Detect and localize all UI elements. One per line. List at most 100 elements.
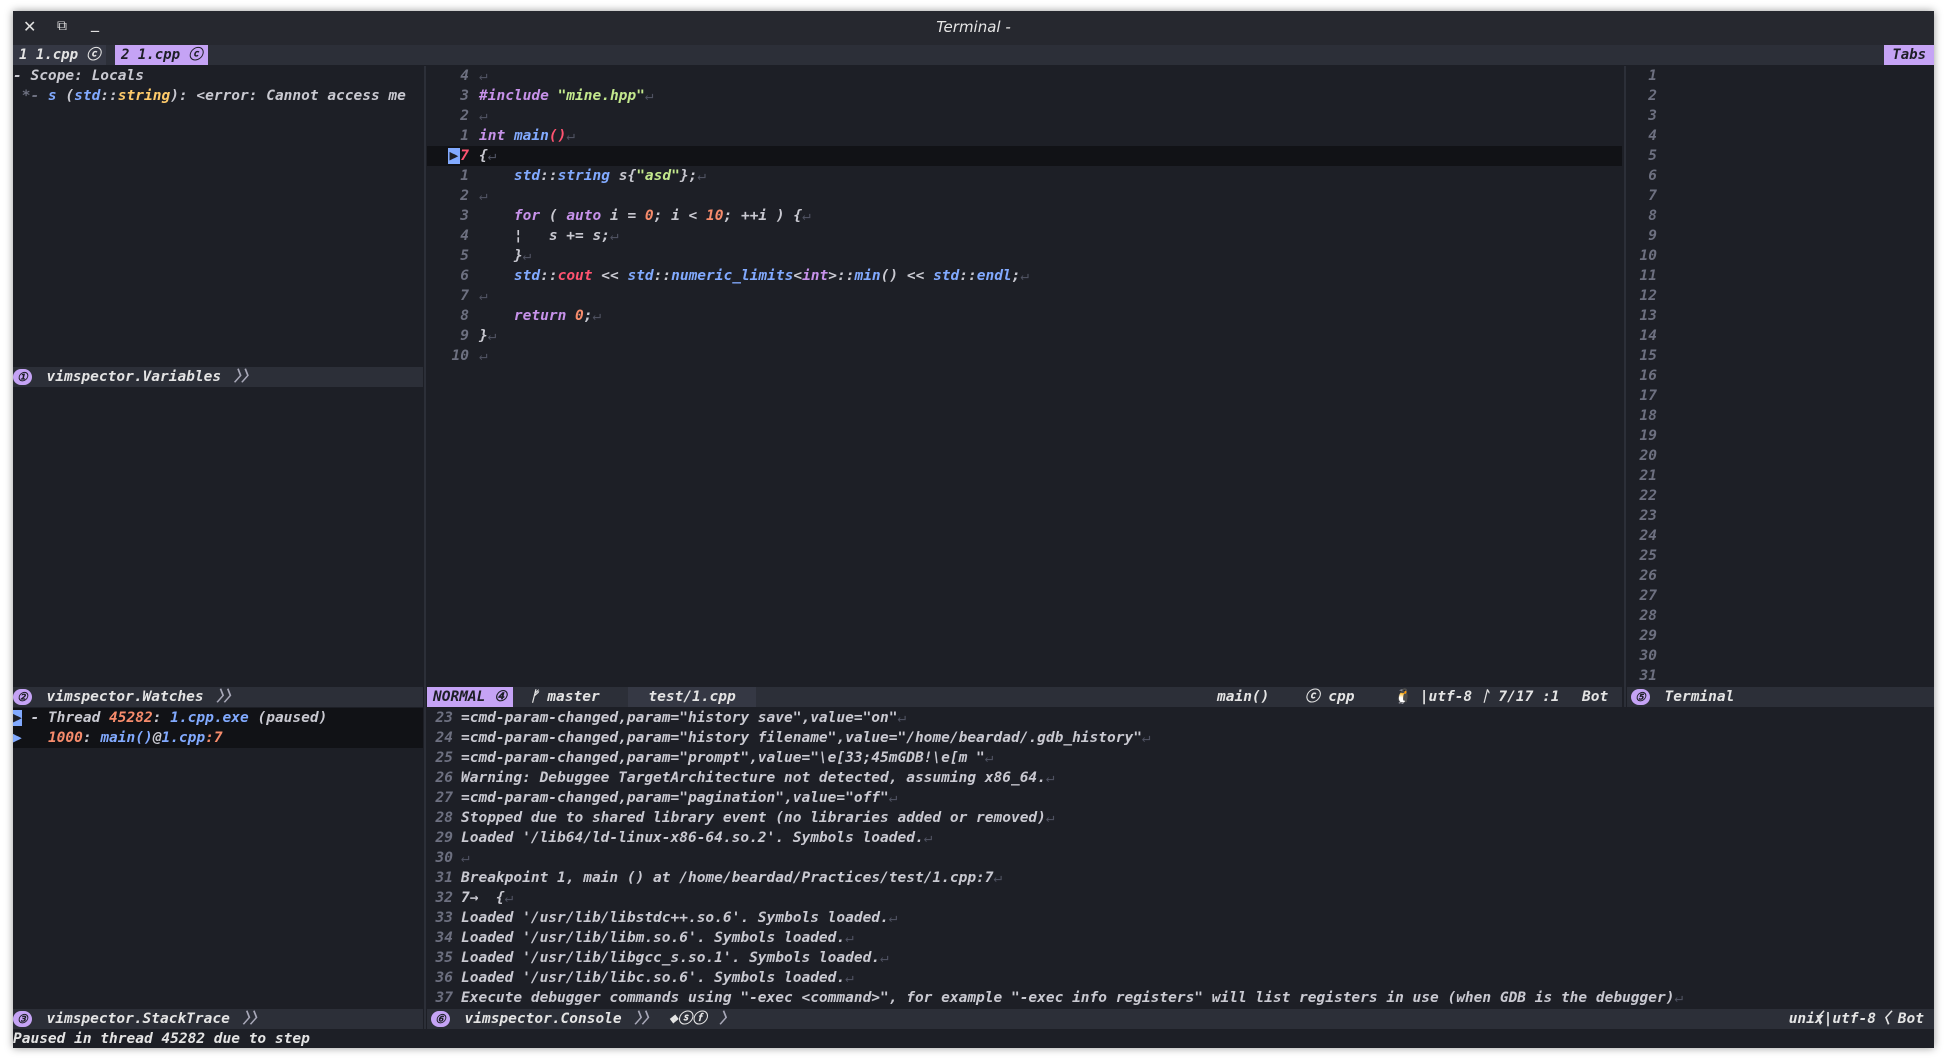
code-line[interactable]: 5 }↵ [427, 246, 531, 266]
console-line[interactable]: 37 Execute debugger commands using "-exec… [427, 988, 1684, 1008]
line-number: 10 [451, 348, 469, 364]
console-line[interactable]: 26 Warning: Debuggee TargetArchitecture n… [427, 768, 1055, 788]
console-line[interactable]: 33 Loaded '/usr/lib/libstdc++.so.6'. Symb… [427, 908, 898, 928]
code-line[interactable]: 1 int main()↵ [427, 126, 575, 146]
line-number: 8 [460, 308, 469, 324]
terminal-line-number: 17 [1639, 388, 1657, 404]
tab-2[interactable]: 2 1.cpp ⓒ [115, 45, 209, 65]
code-text: ¦ s += s; [479, 228, 610, 244]
line-number: 1 [460, 168, 469, 184]
terminal-pane[interactable]: 1 2 3 4 5 6 7 8 9 10 11 12 13 14 15 16 17 18 19 20 21 22 23 24 2… [1627, 66, 1934, 686]
pc-marker-icon: ▶ [447, 148, 461, 164]
line-number: 6 [460, 268, 469, 284]
variables-pane[interactable]: - Scope: Locals *- s (std::string): <err… [13, 66, 423, 376]
console-line[interactable]: 27 =cmd-param-changed,param="pagination",… [427, 788, 898, 808]
line-number: 5 [460, 248, 469, 264]
code-pane[interactable]: 4 ↵ 3 #include "mine.hpp"↵ 2 ↵ 1 int main()↵ ▶ 7{… [427, 66, 1622, 686]
code-line[interactable]: 3 for ( auto i = 0; i < 10; ++i ) {↵ [427, 206, 811, 226]
code-line[interactable]: 4 ¦ s += s;↵ [427, 226, 618, 246]
tabs-label: Tabs [1884, 45, 1934, 65]
line-number: 2 [460, 188, 469, 204]
terminal-line-number: 28 [1639, 608, 1657, 624]
console-line[interactable]: 23 =cmd-param-changed,param="history save… [427, 708, 907, 728]
line-number: ▶ 7 [447, 148, 469, 164]
scope-line[interactable]: - Scope: Locals [13, 66, 144, 86]
frame-row[interactable]: ▶ 1000: main()@1.cpp:7 [13, 728, 223, 748]
console-line[interactable]: 24 =cmd-param-changed,param="history file… [427, 728, 1151, 748]
terminal-line-number: 9 [1648, 228, 1657, 244]
terminal-status: ⑤ Terminal [1627, 687, 1934, 707]
thread-row[interactable]: ▶ - Thread 45282: 1.cpp.exe (paused) [13, 708, 327, 728]
console-line[interactable]: 28 Stopped due to shared library event (n… [427, 808, 1055, 828]
terminal-line-number: 7 [1648, 188, 1657, 204]
stacktrace-pane[interactable]: ▶ - Thread 45282: 1.cpp.exe (paused) ▶ 1… [13, 708, 423, 1018]
console-pane-number: ⑥ [431, 1011, 450, 1027]
terminal-line-number: 12 [1639, 288, 1657, 304]
console-line[interactable]: 35 Loaded '/usr/lib/libgcc_s.so.1'. Symbo… [427, 948, 889, 968]
terminal-line-number: 1 [1648, 68, 1657, 84]
code-line[interactable]: 3 #include "mine.hpp"↵ [427, 86, 653, 106]
terminal-line-number: 13 [1639, 308, 1657, 324]
watches-pane-name: vimspector.Watches [46, 689, 204, 705]
code-line[interactable]: 2 ↵ [427, 186, 487, 206]
code-line[interactable]: 6 std::cout << std::numeric_limits<int>:… [427, 266, 1029, 286]
variables-status: ① vimspector.Variables 〉〉 [13, 367, 423, 387]
code-text: for ( auto i = 0; i < 10; ++i ) { [513, 208, 803, 224]
current-function: main() [1217, 689, 1270, 705]
terminal-line-number: 30 [1639, 648, 1657, 664]
code-line[interactable]: 1 std::string s{"asd"};↵ [427, 166, 706, 186]
terminal-line-number: 14 [1639, 328, 1657, 344]
console-pane-name: vimspector.Console [464, 1011, 622, 1027]
terminal-line-number: 4 [1648, 128, 1657, 144]
terminal-line-number: 6 [1648, 168, 1657, 184]
terminal-line-number: 11 [1639, 268, 1657, 284]
terminal-line-number: 24 [1639, 528, 1657, 544]
console-status: ⑥ vimspector.Console 〉〉 ❖ⓢⓕ 〉 〈 unix|utf… [427, 1009, 1934, 1029]
code-line[interactable]: 2 ↵ [427, 106, 487, 126]
command-line: Paused in thread 45282 due to step [13, 1031, 310, 1047]
console-pane[interactable]: 23 =cmd-param-changed,param="history save… [427, 708, 1934, 1008]
code-text: #include "mine.hpp" [479, 88, 645, 104]
terminal-line-number: 5 [1648, 148, 1657, 164]
variable-s-line[interactable]: *- s (std::string): <error: Cannot acces… [13, 86, 406, 106]
terminal-line-number: 8 [1648, 208, 1657, 224]
console-line[interactable]: 29 Loaded '/lib64/ld-linux-x86-64.so.2'. … [427, 828, 933, 848]
console-line[interactable]: 31 Breakpoint 1, main () at /home/beardad… [427, 868, 1003, 888]
code-text: std::string s{"asd"}; [513, 168, 698, 184]
console-line[interactable]: 32 7→ {↵ [427, 888, 514, 908]
terminal-line-number: 22 [1639, 488, 1657, 504]
git-branch: ᚠ master [529, 689, 600, 705]
vertical-split-right[interactable] [1624, 66, 1626, 707]
terminal-line-number: 2 [1648, 88, 1657, 104]
chevron-right-icon: 〉〉 [216, 689, 239, 705]
code-text: } [479, 248, 523, 264]
file-encoding: 🐧 |utf-8 [1393, 689, 1473, 705]
terminal-window: ✕ ⧉ _ Terminal - 1 1.cpp ⓒ 2 1.cpp ⓒ Tab… [13, 11, 1934, 1048]
vertical-split[interactable] [424, 66, 426, 1029]
line-number: 3 [460, 88, 469, 104]
code-text: int main() [479, 128, 567, 144]
code-line[interactable]: 8 return 0;↵ [427, 306, 601, 326]
line-number: 2 [460, 108, 469, 124]
tab-1[interactable]: 1 1.cpp ⓒ [13, 45, 107, 65]
console-line[interactable]: 30 ↵ [427, 848, 470, 868]
code-line[interactable]: 10 ↵ [427, 346, 488, 366]
code-line[interactable]: 4 ↵ [427, 66, 487, 86]
code-line[interactable]: 9}↵ [427, 326, 496, 346]
terminal-line-number: 16 [1639, 368, 1657, 384]
console-line[interactable]: 25 =cmd-param-changed,param="prompt",valu… [427, 748, 994, 768]
code-text: { [479, 148, 488, 164]
terminal-line-number: 31 [1639, 668, 1657, 684]
stacktrace-pane-name: vimspector.StackTrace [46, 1011, 230, 1027]
code-line[interactable]: ▶ 7 {↵ [427, 146, 496, 166]
line-number: 4 [460, 228, 469, 244]
file-type: ⓒ cpp [1305, 689, 1355, 705]
terminal-pane-number: ⑤ [1631, 689, 1650, 705]
chevron-right-icon: 〉〉 [233, 369, 256, 385]
terminal-line-number: 3 [1648, 108, 1657, 124]
code-line[interactable]: 7 ↵ [427, 286, 487, 306]
console-line[interactable]: 36 Loaded '/usr/lib/libc.so.6'. Symbols l… [427, 968, 854, 988]
console-line[interactable]: 34 Loaded '/usr/lib/libm.so.6'. Symbols l… [427, 928, 854, 948]
watches-status: ② vimspector.Watches 〉〉 [13, 687, 423, 707]
line-number: 1 [460, 128, 469, 144]
